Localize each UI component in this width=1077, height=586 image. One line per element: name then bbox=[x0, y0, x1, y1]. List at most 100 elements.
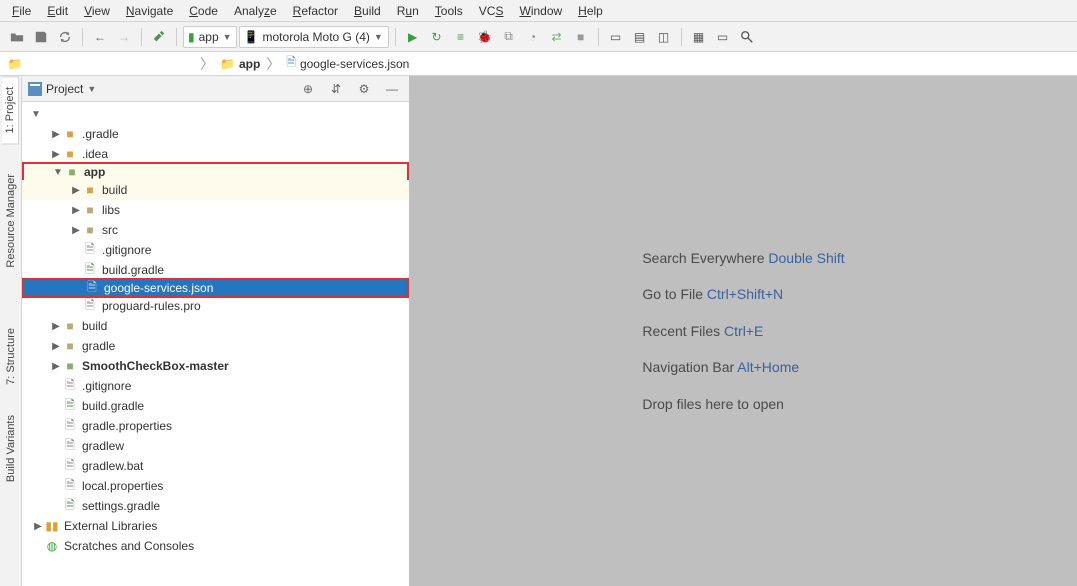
menu-navigate[interactable]: Navigate bbox=[118, 2, 181, 20]
folder-icon: ■ bbox=[62, 146, 78, 162]
open-icon[interactable] bbox=[6, 26, 28, 48]
stop-icon[interactable]: ■ bbox=[570, 26, 592, 48]
tree-folder-app[interactable]: ▼■app bbox=[22, 162, 409, 182]
menu-edit[interactable]: Edit bbox=[39, 2, 76, 20]
chevron-down-icon: ▼ bbox=[52, 167, 64, 178]
device-selector[interactable]: 📱 motorola Moto G (4) ▼ bbox=[239, 26, 389, 48]
gear-icon[interactable]: ⚙ bbox=[353, 78, 375, 100]
chevron-right-icon: ▶ bbox=[50, 361, 62, 372]
menu-help[interactable]: Help bbox=[570, 2, 611, 20]
file-icon: 🗎 bbox=[82, 298, 98, 314]
project-panel: Project ▼ ⊕ ⇵ ⚙ — ▼ ▶■.gradle ▶■.idea ▼■… bbox=[22, 76, 410, 586]
device-file-explorer-icon[interactable]: ▭ bbox=[712, 26, 734, 48]
chevron-right-icon: ▶ bbox=[50, 341, 62, 352]
avd-manager-icon[interactable]: ▭ bbox=[605, 26, 627, 48]
menu-refactor[interactable]: Refactor bbox=[285, 2, 346, 20]
apply-code-icon[interactable]: ≡ bbox=[450, 26, 472, 48]
tree-file-local-properties[interactable]: 🗎local.properties bbox=[22, 476, 409, 496]
tree-file-gitignore2[interactable]: 🗎.gitignore bbox=[22, 376, 409, 396]
tree-scratches[interactable]: ◍Scratches and Consoles bbox=[22, 536, 409, 556]
editor-hints: Search Everywhere Double Shift Go to Fil… bbox=[642, 240, 844, 422]
folder-icon: ■ bbox=[62, 318, 78, 334]
layout-inspector-icon[interactable]: ▦ bbox=[688, 26, 710, 48]
tree-folder-build2[interactable]: ▶■build bbox=[22, 316, 409, 336]
sidebar-tab-resource-manager[interactable]: Resource Manager bbox=[3, 164, 19, 278]
project-panel-title[interactable]: Project ▼ bbox=[28, 82, 291, 96]
chevron-right-icon: ▶ bbox=[70, 205, 82, 216]
menu-file[interactable]: File bbox=[4, 2, 39, 20]
menu-build[interactable]: Build bbox=[346, 2, 389, 20]
tree-file-gradle-properties[interactable]: 🗎gradle.properties bbox=[22, 416, 409, 436]
attach-debugger-icon[interactable]: ⇄ bbox=[546, 26, 568, 48]
file-icon: 🗎 bbox=[62, 438, 78, 454]
sidebar-tab-build-variants[interactable]: Build Variants bbox=[3, 405, 19, 492]
editor-empty-state: Search Everywhere Double Shift Go to Fil… bbox=[410, 76, 1077, 586]
folder-icon: ■ bbox=[82, 222, 98, 238]
tree-file-gitignore[interactable]: 🗎.gitignore bbox=[22, 240, 409, 260]
breadcrumb-app[interactable]: 📁 app bbox=[216, 56, 264, 72]
tree-folder-gradle2[interactable]: ▶■gradle bbox=[22, 336, 409, 356]
tree-folder-src[interactable]: ▶■src bbox=[22, 220, 409, 240]
back-icon[interactable]: ← bbox=[89, 26, 111, 48]
tree-root[interactable]: ▼ bbox=[22, 104, 409, 124]
menu-tools[interactable]: Tools bbox=[427, 2, 471, 20]
locate-icon[interactable]: ⊕ bbox=[297, 78, 319, 100]
menu-vcs[interactable]: VCS bbox=[471, 2, 512, 20]
resource-manager-icon[interactable]: ◫ bbox=[653, 26, 675, 48]
breadcrumb-file[interactable]: 🗎 google-services.json bbox=[282, 52, 413, 75]
gradle-file-icon: 🗎 bbox=[62, 398, 78, 414]
tree-folder-idea[interactable]: ▶■.idea bbox=[22, 144, 409, 164]
tree-folder-build[interactable]: ▶■build bbox=[22, 180, 409, 200]
collapse-all-icon[interactable]: ⇵ bbox=[325, 78, 347, 100]
left-gutter: 1: Project Resource Manager 7: Structure… bbox=[0, 76, 22, 586]
tree-folder-smooth[interactable]: ▶■SmoothCheckBox-master bbox=[22, 356, 409, 376]
menu-analyze[interactable]: Analyze bbox=[226, 2, 285, 20]
json-file-icon: 🗎 bbox=[84, 280, 100, 296]
folder-icon: ■ bbox=[82, 202, 98, 218]
menu-view[interactable]: View bbox=[76, 2, 118, 20]
run-icon[interactable]: ▶ bbox=[402, 26, 424, 48]
folder-icon: ■ bbox=[62, 126, 78, 142]
properties-file-icon: 🗎 bbox=[62, 478, 78, 494]
tree-external-libraries[interactable]: ▶▮▮External Libraries bbox=[22, 516, 409, 536]
folder-icon: 📁 bbox=[220, 57, 235, 71]
android-icon: ▮ bbox=[188, 30, 195, 44]
sidebar-tab-project[interactable]: 1: Project bbox=[2, 76, 19, 144]
search-icon[interactable] bbox=[736, 26, 758, 48]
menu-run[interactable]: Run bbox=[389, 2, 427, 20]
chevron-down-icon: ▼ bbox=[30, 109, 42, 120]
tree-file-settings-gradle[interactable]: 🗎settings.gradle bbox=[22, 496, 409, 516]
project-tree[interactable]: ▼ ▶■.gradle ▶■.idea ▼■app ▶■build ▶■libs… bbox=[22, 102, 409, 586]
folder-icon: ■ bbox=[62, 338, 78, 354]
tree-folder-libs[interactable]: ▶■libs bbox=[22, 200, 409, 220]
tree-file-build-gradle2[interactable]: 🗎build.gradle bbox=[22, 396, 409, 416]
profile-icon[interactable]: ◔ bbox=[522, 26, 544, 48]
scratch-icon: ◍ bbox=[44, 538, 60, 554]
tree-file-gradlew-bat[interactable]: 🗎gradlew.bat bbox=[22, 456, 409, 476]
tree-file-gradlew[interactable]: 🗎gradlew bbox=[22, 436, 409, 456]
module-selector[interactable]: ▮ app ▼ bbox=[183, 26, 237, 48]
coverage-icon[interactable]: ⧉ bbox=[498, 26, 520, 48]
main-toolbar: ← → ▮ app ▼ 📱 motorola Moto G (4) ▼ ▶ ↻ … bbox=[0, 22, 1077, 52]
save-icon[interactable] bbox=[30, 26, 52, 48]
nav-home-icon[interactable]: 📁 bbox=[4, 53, 26, 75]
chevron-down-icon: ▼ bbox=[374, 32, 383, 42]
menu-window[interactable]: Window bbox=[511, 2, 570, 20]
forward-icon[interactable]: → bbox=[113, 26, 135, 48]
hide-panel-icon[interactable]: — bbox=[381, 78, 403, 100]
breadcrumb: 📁 〉 📁 app 〉 🗎 google-services.json bbox=[0, 52, 1077, 76]
tree-file-proguard[interactable]: 🗎proguard-rules.pro bbox=[22, 296, 409, 316]
debug-icon[interactable]: 🐞 bbox=[474, 26, 496, 48]
sync-icon[interactable] bbox=[54, 26, 76, 48]
main-menubar: File Edit View Navigate Code Analyze Ref… bbox=[0, 0, 1077, 22]
sdk-manager-icon[interactable]: ▤ bbox=[629, 26, 651, 48]
tree-file-google-services[interactable]: 🗎google-services.json bbox=[22, 278, 409, 298]
tree-folder-gradle[interactable]: ▶■.gradle bbox=[22, 124, 409, 144]
sidebar-tab-structure[interactable]: 7: Structure bbox=[3, 318, 19, 395]
tree-file-build-gradle[interactable]: 🗎build.gradle bbox=[22, 260, 409, 280]
file-icon: 🗎 bbox=[62, 458, 78, 474]
apply-changes-icon[interactable]: ↻ bbox=[426, 26, 448, 48]
menu-code[interactable]: Code bbox=[181, 2, 226, 20]
file-icon: 🗎 bbox=[82, 242, 98, 258]
build-hammer-icon[interactable] bbox=[148, 26, 170, 48]
